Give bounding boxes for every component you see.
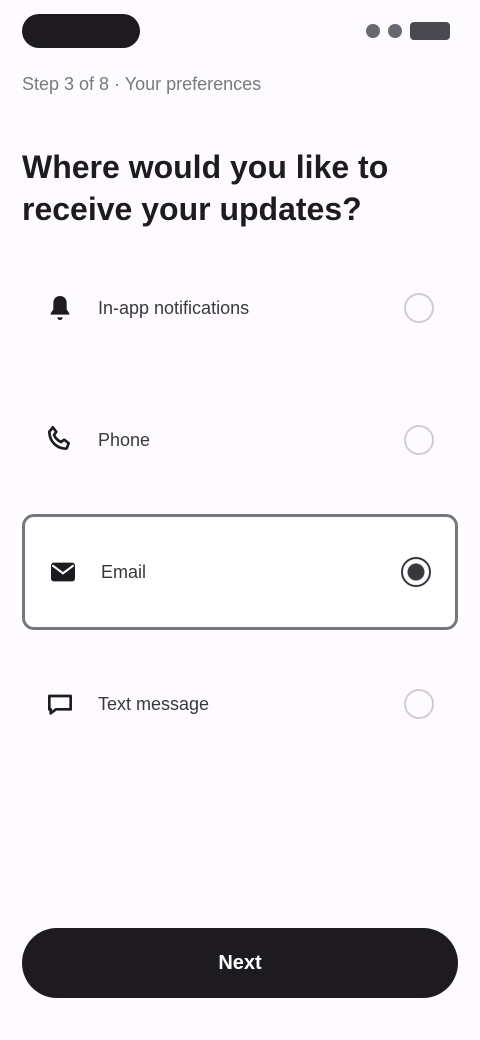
- message-icon: [40, 684, 80, 724]
- radio-button[interactable]: [404, 689, 434, 719]
- battery-icon: [410, 22, 450, 40]
- radio-button-checked[interactable]: [401, 557, 431, 587]
- option-label: Text message: [98, 693, 210, 714]
- next-button[interactable]: Next: [22, 928, 458, 998]
- step-indicator: Step 3 of 8 · Your preferences: [22, 74, 262, 94]
- radio-button[interactable]: [404, 293, 434, 323]
- option-phone[interactable]: Phone: [22, 382, 458, 498]
- page-title: Where would you like to receive your upd…: [22, 149, 389, 227]
- status-time-pill: [22, 14, 140, 48]
- option-in-app[interactable]: In-app notifications: [22, 250, 458, 366]
- wifi-icon: [388, 24, 402, 38]
- option-label: In-app notifications: [98, 297, 250, 318]
- option-email[interactable]: Email: [22, 514, 458, 630]
- options-list: In-app notifications Phone Email Text me…: [22, 250, 458, 778]
- status-icons: [366, 22, 450, 40]
- bell-icon: [40, 288, 80, 328]
- status-bar: [22, 14, 450, 50]
- mail-icon: [43, 552, 83, 592]
- phone-icon: [40, 420, 80, 460]
- option-label: Phone: [98, 429, 151, 450]
- option-label: Email: [101, 561, 147, 582]
- signal-icon: [366, 24, 380, 38]
- option-text-message[interactable]: Text message: [22, 646, 458, 762]
- radio-button[interactable]: [404, 425, 434, 455]
